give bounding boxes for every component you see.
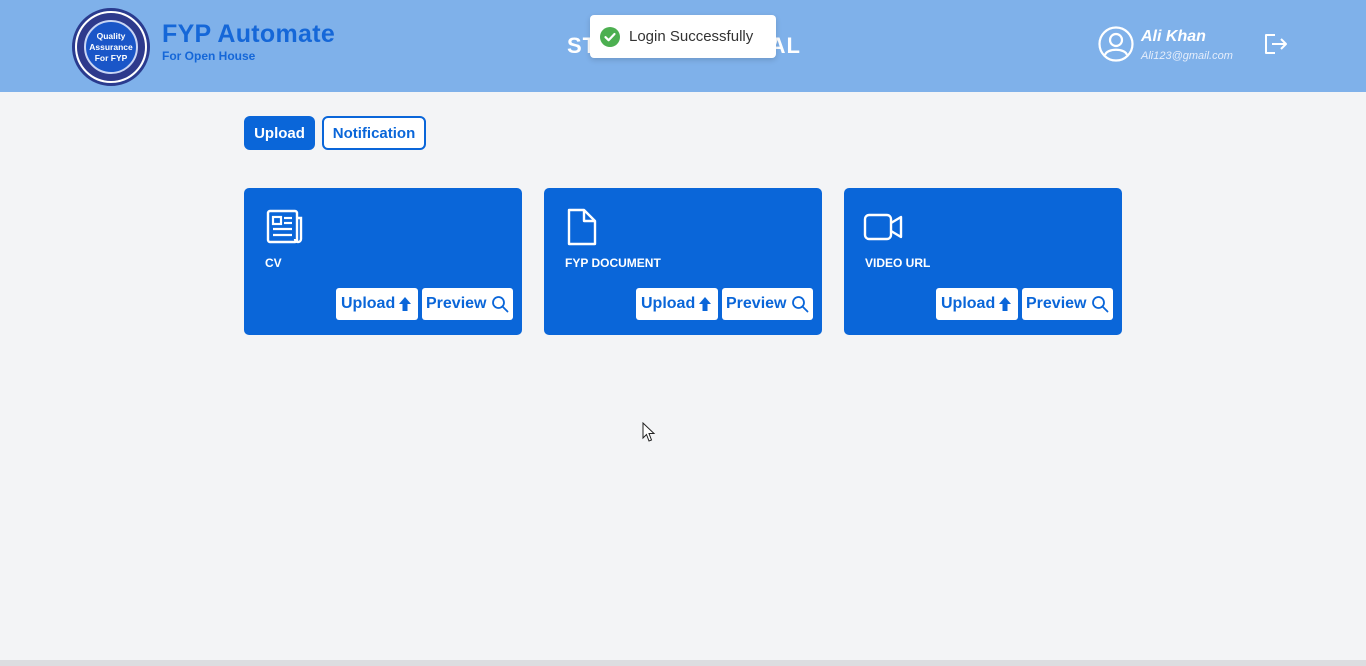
search-icon <box>492 296 509 313</box>
toast-message: Login Successfully <box>629 28 754 45</box>
user-circle-icon[interactable] <box>1098 26 1134 62</box>
preview-button-label: Preview <box>426 295 487 312</box>
logo-line-3: For FYP <box>94 52 128 63</box>
upload-button[interactable]: Upload <box>636 288 718 320</box>
arrow-up-icon <box>399 297 411 311</box>
document-icon <box>567 208 597 246</box>
check-circle-icon <box>600 27 620 47</box>
card-title: CV <box>265 256 282 270</box>
arrow-up-icon <box>999 297 1011 311</box>
upload-button[interactable]: Upload <box>336 288 418 320</box>
upload-button-label: Upload <box>641 295 696 312</box>
tab-notification[interactable]: Notification <box>322 116 426 150</box>
logo-line-2: Assurance <box>89 41 133 52</box>
fyp-document-card: FYP DOCUMENT Upload Preview <box>544 188 822 335</box>
search-icon <box>792 296 809 313</box>
quality-assurance-logo: Quality Assurance For FYP <box>72 8 150 86</box>
tab-upload[interactable]: Upload <box>244 116 315 150</box>
bottom-scrollbar <box>0 660 1366 666</box>
logout-icon[interactable] <box>1263 33 1289 55</box>
preview-button[interactable]: Preview <box>422 288 513 320</box>
arrow-up-icon <box>699 297 711 311</box>
mouse-pointer-icon <box>642 422 656 442</box>
cv-card: CV Upload Preview <box>244 188 522 335</box>
login-success-toast: Login Successfully <box>590 15 776 58</box>
card-title: FYP DOCUMENT <box>565 256 661 270</box>
upload-button-label: Upload <box>941 295 996 312</box>
preview-button-label: Preview <box>1026 295 1087 312</box>
video-camera-icon <box>863 213 903 241</box>
preview-button-label: Preview <box>726 295 787 312</box>
preview-button[interactable]: Preview <box>722 288 813 320</box>
user-email: Ali123@gmail.com <box>1141 50 1233 62</box>
newspaper-icon <box>266 209 303 244</box>
card-title: VIDEO URL <box>865 256 931 270</box>
video-url-card: VIDEO URL Upload Preview <box>844 188 1122 335</box>
upload-button[interactable]: Upload <box>936 288 1018 320</box>
upload-button-label: Upload <box>341 295 396 312</box>
logo-line-1: Quality <box>96 30 126 41</box>
brand-subtitle: For Open House <box>162 49 256 63</box>
brand-title: FYP Automate <box>162 20 336 48</box>
user-name: Ali Khan <box>1141 28 1206 45</box>
logo-center: Quality Assurance For FYP <box>84 20 138 74</box>
search-icon <box>1092 296 1109 313</box>
preview-button[interactable]: Preview <box>1022 288 1113 320</box>
